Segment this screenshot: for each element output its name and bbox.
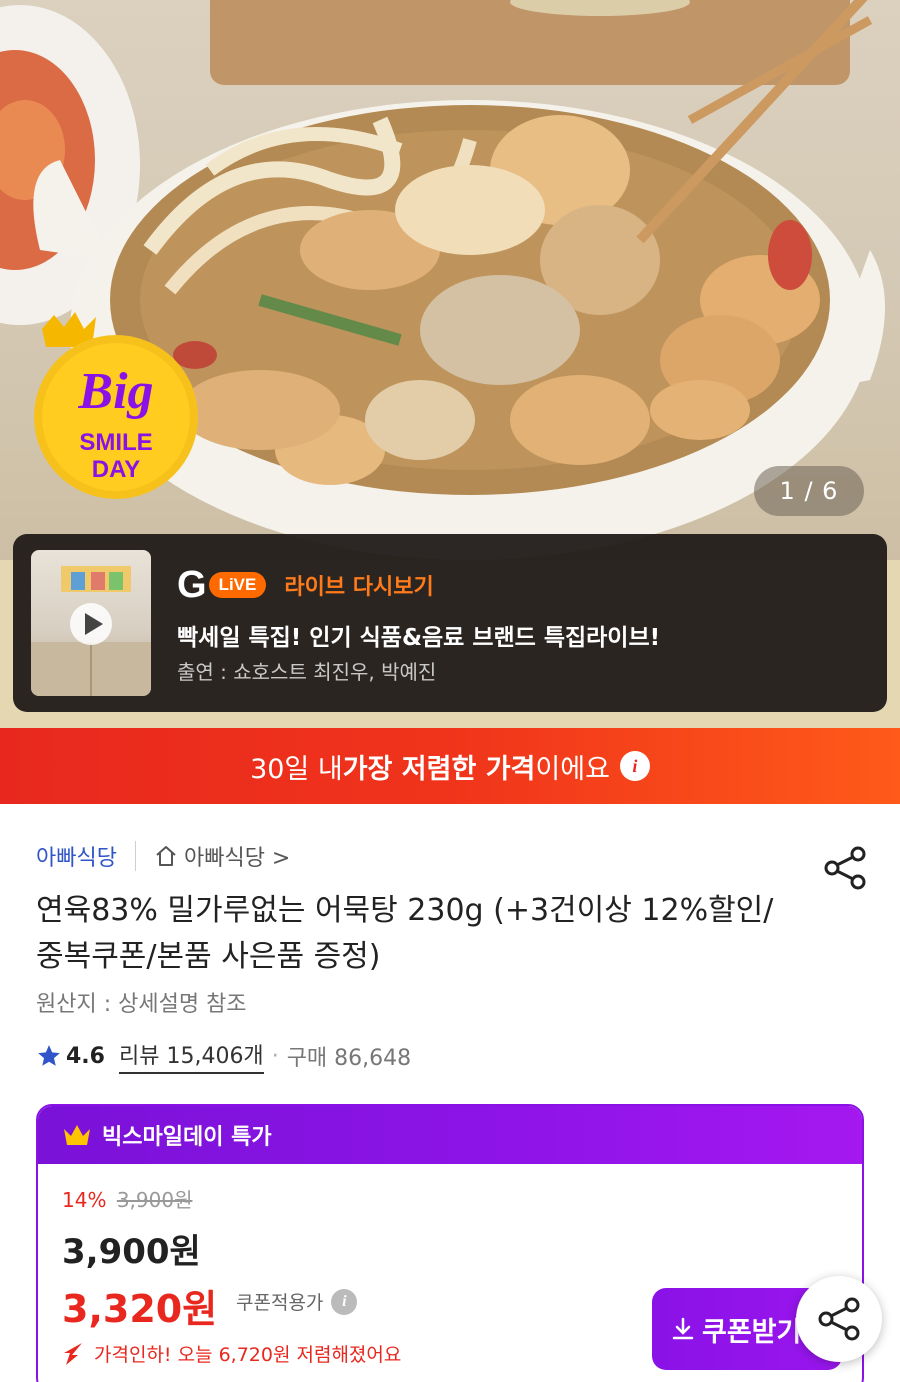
image-counter: 1 / 6 [754,466,864,516]
svg-text:SMILE: SMILE [79,429,152,456]
coupon-label: 쿠폰적용가 i [236,1288,358,1315]
store-home-label: 아빠식당 > [183,846,291,871]
discount-percent: 14% [62,1188,107,1212]
rating-value: 4.6 [66,1043,105,1069]
banner-prefix: 30일 내 [250,753,343,785]
live-thumbnail[interactable] [31,550,151,696]
coupon-label-text: 쿠폰적용가 [236,1292,324,1314]
svg-text:Big: Big [77,363,153,420]
deal-header-label: 빅스마일데이 특가 [102,1125,272,1150]
live-replay-card[interactable]: G LiVE 라이브 다시보기 빡세일 특집! 인기 식품&음료 브랜드 특집라… [13,534,887,712]
banner-suffix: 이에요 [535,753,610,785]
live-title: 빡세일 특집! 인기 식품&음료 브랜드 특집라이브! [177,625,661,651]
share-icon[interactable] [822,846,868,890]
live-cast: 출연 : 쇼호스트 최진우, 박예진 [177,660,437,684]
big-smile-day-badge: Big SMILE DAY [30,305,205,500]
product-origin: 원산지 : 상세설명 참조 [36,992,247,1017]
download-icon [672,1317,694,1340]
star-icon [38,1045,60,1066]
original-price: 3,900원 [116,1188,193,1212]
live-pill: LiVE [208,572,267,598]
play-icon[interactable] [69,602,113,646]
share-icon [818,1297,860,1341]
store-home-link[interactable]: 아빠식당 > [154,840,290,872]
rating-row: 4.6 리뷰 15,406개 · 구매 86,648 [36,1038,411,1074]
home-icon [156,846,176,866]
store-row: 아빠식당 아빠식당 > [36,840,290,872]
info-icon[interactable]: i [619,751,650,781]
live-replay-link[interactable]: 라이브 다시보기 [284,569,433,601]
coupon-button-label: 쿠폰받기 [702,1316,802,1348]
info-icon[interactable]: i [331,1288,358,1315]
purchase-count: 구매 86,648 [286,1046,412,1071]
crown-icon [64,1125,90,1145]
g-logo-letter: G [177,564,207,606]
divider [134,841,136,871]
big-smile-deal-box: 빅스마일데이 특가 14% 3,900원 3,900원 3,320원 쿠폰적용가… [36,1104,864,1382]
deal-header: 빅스마일데이 특가 [38,1106,862,1164]
product-title: 연육83% 밀가루없는 어묵탕 230g (+3건이상 12%할인/중복쿠폰/본… [36,893,774,974]
price-drop-text: 가격인하! 오늘 6,720원 저렴해졌어요 [94,1344,402,1366]
coupon-price: 3,320원 [62,1287,218,1331]
lowest-price-banner[interactable]: 30일 내 가장 저렴한 가격 이에요 i [0,728,900,804]
sale-price: 3,900원 [62,1232,201,1272]
svg-text:DAY: DAY [92,456,140,483]
g-live-logo: G LiVE 라이브 다시보기 [177,566,434,604]
product-image-gallery[interactable]: Big SMILE DAY 1 / 6 G LiVE 라이브 다시보기 빡세일 … [0,0,900,728]
review-count-link[interactable]: 리뷰 15,406개 [118,1038,264,1074]
price-drop-notice: 가격인하! 오늘 6,720원 저렴해졌어요 [62,1340,401,1367]
banner-highlight: 가장 저렴한 가격 [342,753,536,785]
store-name-link[interactable]: 아빠식당 [36,840,117,872]
floating-share-button[interactable] [796,1276,882,1362]
price-down-arrow-icon [64,1342,82,1365]
discount-row: 14% 3,900원 [62,1184,192,1213]
separator: · [271,1043,279,1069]
